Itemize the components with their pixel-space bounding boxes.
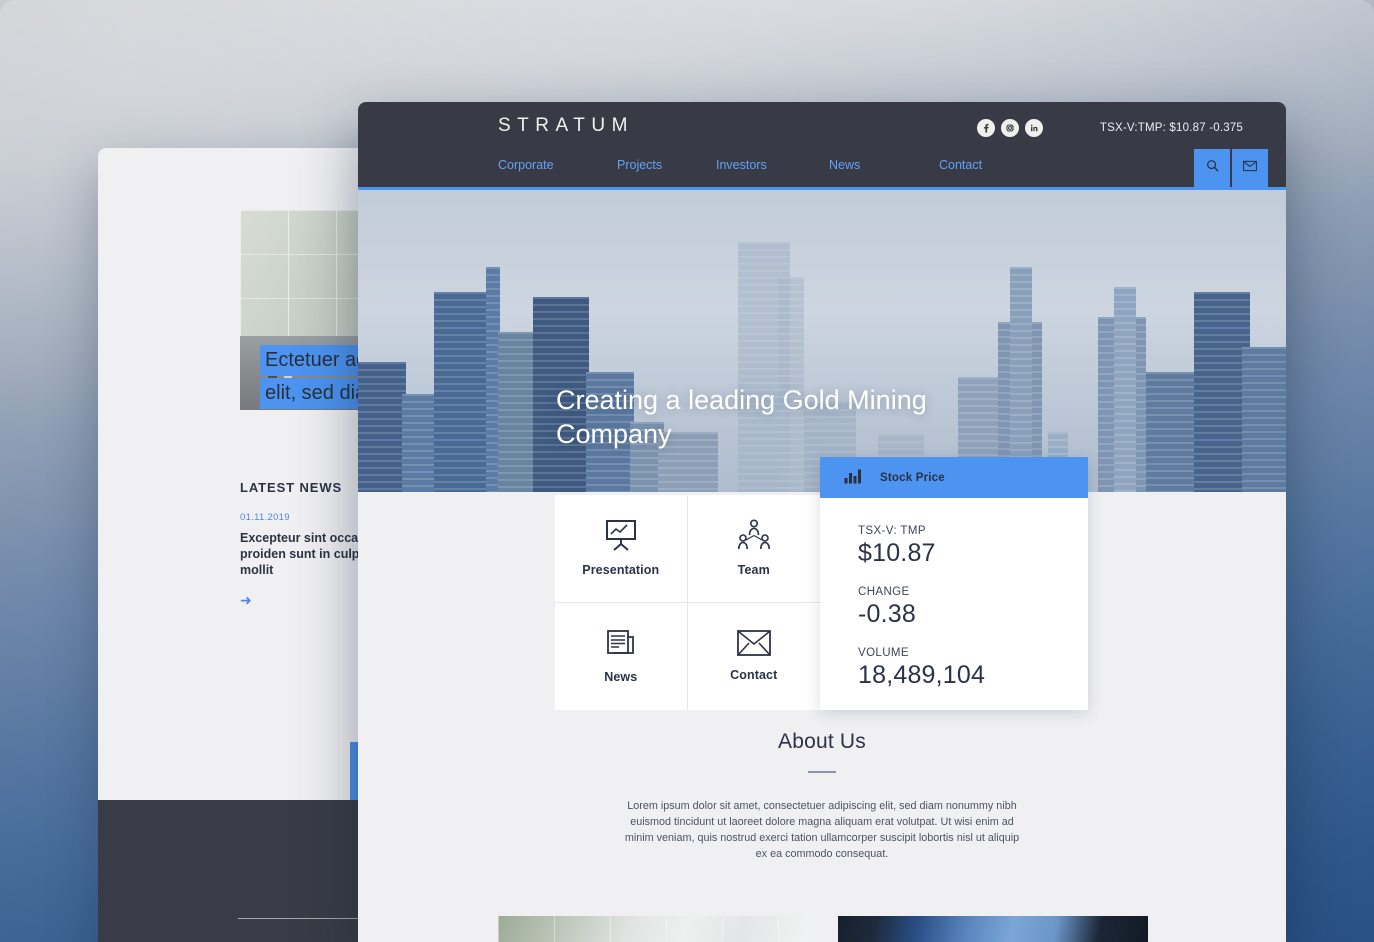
- stock-volume-value: 18,489,104: [858, 661, 986, 689]
- nav-item-corporate[interactable]: Corporate: [498, 158, 617, 172]
- quick-link-label: News: [604, 670, 638, 685]
- contact-mail-button[interactable]: [1232, 149, 1268, 187]
- stock-price-card: Stock Price TSX-V: TMP $10.87 CHANGE -0.…: [820, 457, 1088, 710]
- stock-change-value: -0.38: [858, 600, 916, 628]
- social-links[interactable]: [977, 119, 1043, 137]
- about-body-text: Lorem ipsum dolor sit amet, consectetuer…: [624, 800, 1020, 860]
- nav-item-investors[interactable]: Investors: [716, 158, 829, 172]
- facebook-icon[interactable]: [977, 119, 995, 137]
- search-button[interactable]: [1194, 149, 1230, 187]
- about-heading: About Us: [778, 730, 866, 753]
- site-logo[interactable]: STRATUM: [498, 115, 634, 137]
- quick-link-team[interactable]: Team: [687, 495, 820, 603]
- header-tools: [1194, 149, 1268, 187]
- quick-link-news[interactable]: News: [555, 602, 688, 710]
- stock-price-value: $10.87: [858, 539, 936, 567]
- hero-title: Creating a leading Gold Mining Company: [556, 385, 927, 449]
- quick-link-label: Presentation: [582, 563, 660, 578]
- stock-card-title: Stock Price: [880, 471, 945, 484]
- stock-ticker-text: TSX-V:TMP: $10.87 -0.375: [1099, 122, 1243, 134]
- hero-building: [358, 362, 406, 492]
- instagram-icon[interactable]: [1001, 119, 1019, 137]
- quick-link-label: Contact: [730, 668, 778, 683]
- stock-card-header: Stock Price: [820, 457, 1088, 498]
- content-image-right: [838, 916, 1148, 942]
- quick-link-contact[interactable]: Contact: [687, 602, 820, 710]
- main-navigation: Corporate Projects Investors News Contac…: [358, 149, 1286, 187]
- hero-building: [1146, 372, 1198, 492]
- hero-building: [1114, 287, 1136, 492]
- mail-icon: [1243, 159, 1257, 177]
- quick-link-label: Team: [737, 563, 770, 578]
- foreground-browser-window[interactable]: STRATUM TSX-V:TMP: $10.87 -0.375 Corpora…: [358, 102, 1286, 942]
- quick-link-presentation[interactable]: Presentation: [555, 495, 688, 603]
- about-divider: [808, 771, 836, 773]
- stock-change-label: CHANGE: [858, 586, 910, 598]
- site-header: STRATUM TSX-V:TMP: $10.87 -0.375 Corpora…: [358, 102, 1286, 187]
- screenshot-stage: Ectetuer adi elit, sed diam nonummy ⟶ LA…: [0, 0, 1374, 942]
- search-icon: [1206, 159, 1219, 177]
- linkedin-icon[interactable]: [1025, 119, 1043, 137]
- nav-item-contact[interactable]: Contact: [939, 158, 1049, 172]
- stock-volume-label: VOLUME: [858, 647, 909, 659]
- nav-links: Corporate Projects Investors News Contac…: [498, 158, 1049, 172]
- about-section: About Us Lorem ipsum dolor sit amet, con…: [358, 730, 1286, 862]
- presentation-icon: [604, 519, 638, 552]
- stock-card-body: TSX-V: TMP $10.87 CHANGE -0.38 VOLUME 18…: [820, 498, 1088, 690]
- team-icon: [736, 519, 772, 551]
- bar-chart-icon: [844, 469, 863, 487]
- hero-building: [434, 292, 490, 492]
- hero-building: [1242, 347, 1286, 492]
- envelope-icon: [736, 630, 771, 657]
- content-image-left: [498, 916, 808, 942]
- hero-banner: Creating a leading Gold Mining Company: [358, 187, 1286, 492]
- news-icon: [606, 628, 636, 658]
- quick-links-grid: Presentation Team News Contact: [555, 495, 820, 710]
- nav-item-projects[interactable]: Projects: [617, 158, 716, 172]
- stock-symbol-label: TSX-V: TMP: [858, 525, 926, 537]
- nav-item-news[interactable]: News: [829, 158, 939, 172]
